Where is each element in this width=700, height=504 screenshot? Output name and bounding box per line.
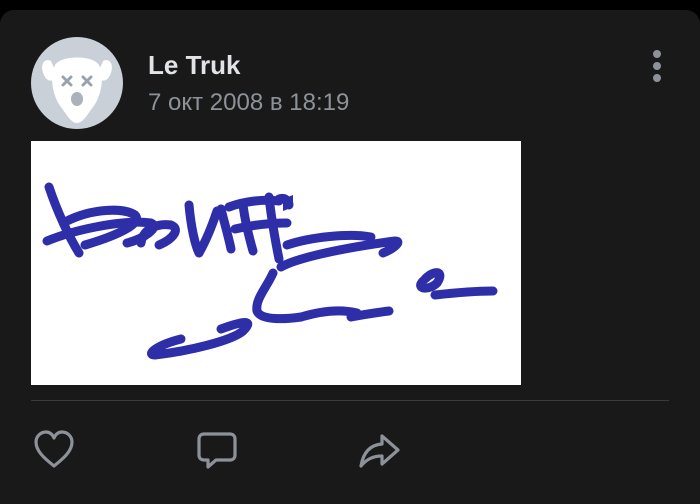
post-card: Le Truk 7 окт 2008 в 18:19 <box>0 10 700 504</box>
more-options-button[interactable] <box>640 46 674 92</box>
heart-icon <box>34 430 74 468</box>
like-button[interactable] <box>30 428 78 472</box>
avatar[interactable] <box>31 37 123 129</box>
actions-divider <box>31 400 669 401</box>
comment-icon <box>197 432 237 469</box>
post-photo[interactable] <box>31 141 521 385</box>
share-button[interactable] <box>356 428 404 472</box>
handwritten-signature <box>42 182 498 360</box>
vk-dog-avatar-icon <box>42 57 112 123</box>
share-icon <box>359 434 400 468</box>
comment-button[interactable] <box>194 428 242 472</box>
post-author[interactable]: Le Truk <box>148 50 240 80</box>
more-vertical-icon <box>653 50 661 82</box>
post-date[interactable]: 7 окт 2008 в 18:19 <box>148 88 349 118</box>
